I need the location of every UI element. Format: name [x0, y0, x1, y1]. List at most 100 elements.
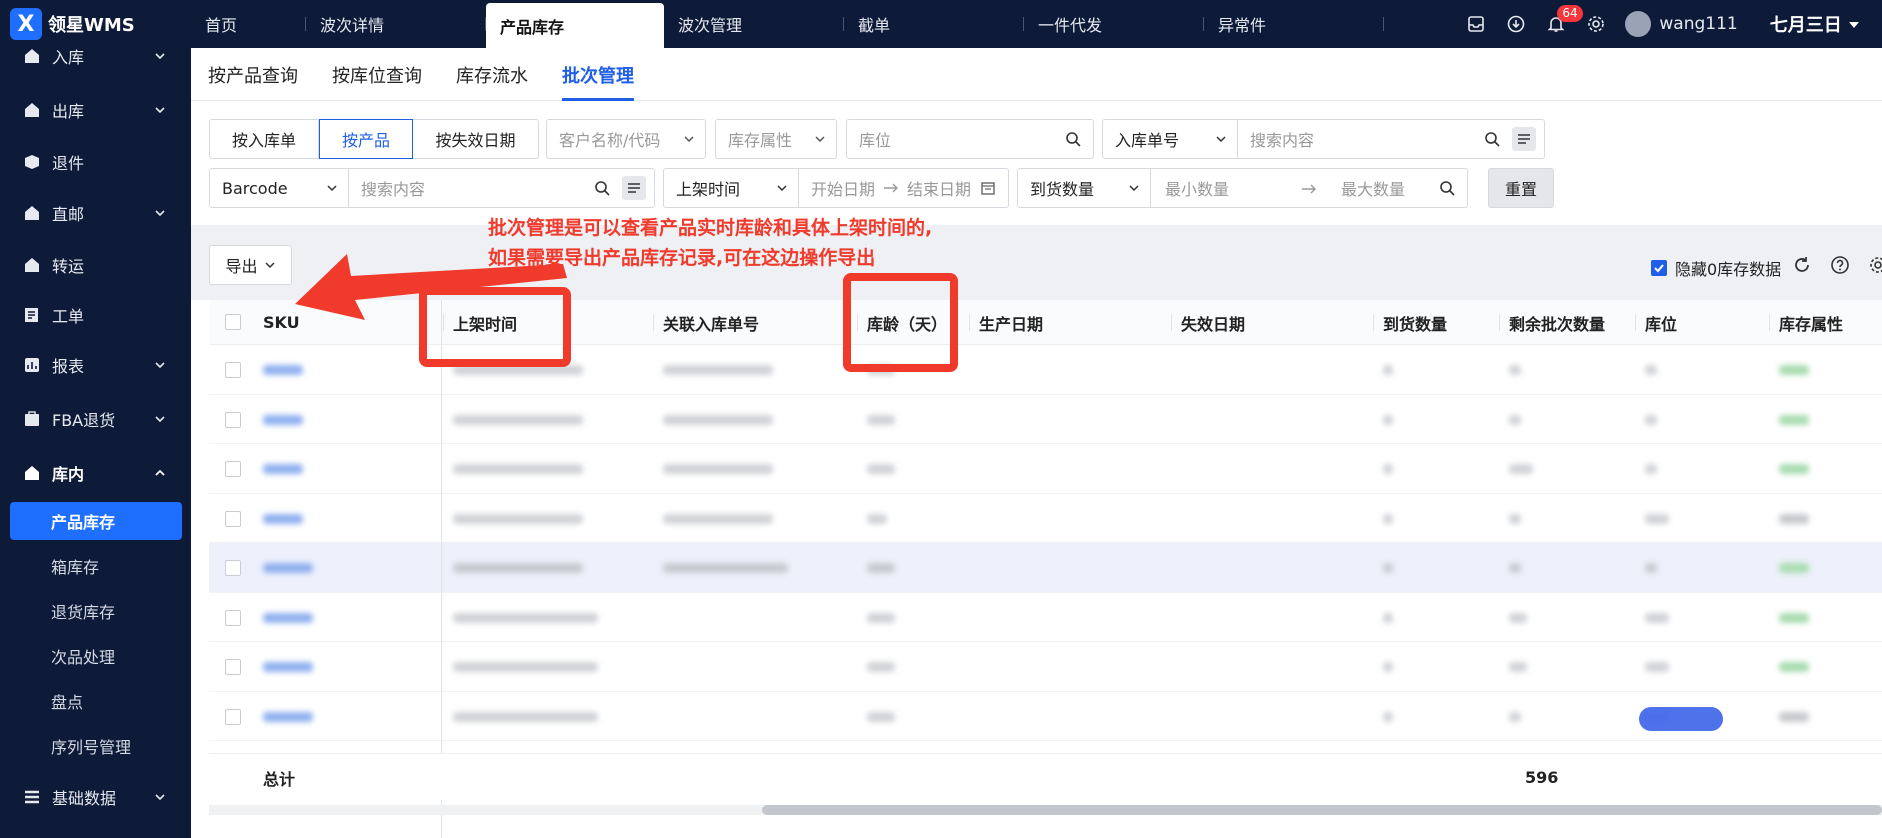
blurred-cell: [263, 612, 313, 623]
inbox-icon[interactable]: [1465, 13, 1487, 35]
user-menu[interactable]: wang111: [1625, 11, 1738, 37]
tab-inventory-flow[interactable]: 库存流水: [439, 48, 545, 101]
inbound-field-select[interactable]: 入库单号: [1102, 119, 1238, 159]
row-checkbox[interactable]: [225, 609, 241, 626]
sidebar-sub-defective[interactable]: 次品处理: [10, 637, 182, 675]
mode-by-product-button[interactable]: 按产品: [319, 119, 413, 159]
column-header-remaining-qty[interactable]: 剩余批次数量: [1499, 300, 1605, 345]
column-header-location[interactable]: 库位: [1635, 300, 1677, 345]
checkbox-checked-icon: [1651, 260, 1667, 276]
nav-tab-home[interactable]: 首页: [191, 0, 306, 48]
row-checkbox[interactable]: [225, 659, 241, 675]
nav-tab-wave-management[interactable]: 波次管理: [664, 0, 844, 48]
sidebar-item-reports[interactable]: 报表: [0, 345, 191, 385]
blurred-cell: [867, 711, 895, 722]
location-input[interactable]: 库位: [846, 119, 1094, 159]
column-header-inbound-no[interactable]: 关联入库单号: [653, 300, 759, 345]
export-button[interactable]: 导出: [209, 245, 292, 285]
sidebar-item-returns[interactable]: 退件: [0, 142, 191, 182]
sidebar-sub-stocktake[interactable]: 盘点: [10, 682, 182, 720]
nav-tabs: 首页 波次详情 产品库存 波次管理 截单 一件代发 异常件: [191, 0, 1384, 48]
sub-tabs: 按产品查询 按库位查询 库存流水 批次管理: [191, 48, 1882, 101]
batch-table: SKU 上架时间 关联入库单号 库龄（天） 生产日期 失效日期 到货数量 剩余批…: [209, 300, 1882, 838]
row-checkbox[interactable]: [225, 461, 241, 477]
table-row[interactable]: [209, 395, 1882, 444]
table-row[interactable]: [209, 642, 1882, 692]
blurred-cell: [663, 414, 773, 425]
table-row[interactable]: [209, 543, 1882, 593]
sidebar-sub-return-inventory[interactable]: 退货库存: [10, 592, 182, 630]
row-checkbox[interactable]: [225, 362, 241, 378]
inbound-search-input[interactable]: 搜索内容: [1237, 119, 1545, 159]
row-checkbox[interactable]: [225, 560, 241, 576]
nav-tab-exceptions[interactable]: 异常件: [1204, 0, 1384, 48]
table-row[interactable]: [209, 444, 1882, 494]
blurred-cell: [663, 563, 788, 573]
bell-icon[interactable]: 64: [1545, 5, 1583, 35]
tab-by-location[interactable]: 按库位查询: [315, 48, 439, 101]
blurred-cell: [453, 414, 583, 425]
hide-zero-checkbox[interactable]: 隐藏0库存数据: [1651, 256, 1781, 280]
row-checkbox[interactable]: [225, 708, 241, 725]
horizontal-scrollbar[interactable]: [209, 805, 1882, 815]
date-range-picker[interactable]: 开始日期 结束日期: [798, 168, 1009, 208]
sidebar-item-in-warehouse[interactable]: 库内: [0, 453, 191, 493]
download-icon[interactable]: [1505, 13, 1527, 35]
barcode-field-select[interactable]: Barcode: [209, 168, 349, 208]
table-row[interactable]: [209, 494, 1882, 543]
settings-icon[interactable]: [1868, 255, 1882, 275]
sidebar-item-inbound[interactable]: 入库: [0, 36, 191, 76]
blurred-cell: [1645, 414, 1657, 425]
sidebar-item-fba-returns[interactable]: FBA退货: [0, 399, 191, 439]
stock-attribute-select[interactable]: 库存属性: [715, 119, 837, 159]
caret-down-icon: [1849, 22, 1859, 28]
quantity-range-input[interactable]: 最小数量 最大数量: [1150, 168, 1468, 208]
refresh-icon[interactable]: [1792, 255, 1812, 275]
nav-tab-dropship[interactable]: 一件代发: [1024, 0, 1204, 48]
column-header-arrival-qty[interactable]: 到货数量: [1373, 300, 1447, 345]
mode-by-expiry-button[interactable]: 按失效日期: [413, 119, 539, 159]
sidebar-sub-serial-numbers[interactable]: 序列号管理: [10, 727, 182, 765]
blurred-cell: [867, 662, 895, 672]
date-dropdown[interactable]: 七月三日: [1770, 11, 1860, 37]
chevron-down-icon: [777, 185, 787, 192]
blurred-cell: [1779, 414, 1809, 425]
row-checkbox[interactable]: [225, 510, 241, 527]
tab-by-product[interactable]: 按产品查询: [191, 48, 315, 101]
scrollbar-thumb[interactable]: [762, 805, 1882, 815]
sidebar-sub-product-inventory[interactable]: 产品库存: [10, 502, 182, 540]
sidebar-item-work-order[interactable]: 工单: [0, 295, 191, 335]
tab-batch-management[interactable]: 批次管理: [545, 48, 651, 101]
customer-select[interactable]: 客户名称/代码: [546, 119, 706, 159]
blurred-cell: [663, 365, 773, 375]
total-remaining-value: 596: [1525, 768, 1559, 787]
column-header-production-date[interactable]: 生产日期: [969, 300, 1043, 345]
time-field-select[interactable]: 上架时间: [663, 168, 799, 208]
table-row[interactable]: [209, 692, 1882, 741]
floating-action-button[interactable]: [1639, 707, 1723, 731]
select-all-checkbox[interactable]: [225, 314, 241, 330]
sidebar-item-outbound[interactable]: 出库: [0, 90, 191, 130]
barcode-search-input[interactable]: 搜索内容: [348, 168, 655, 208]
sidebar-item-transfer[interactable]: 转运: [0, 245, 191, 285]
batch-input-button[interactable]: [622, 176, 646, 200]
sidebar-item-direct-mail[interactable]: 直邮: [0, 193, 191, 233]
help-icon[interactable]: [1830, 255, 1850, 275]
nav-tab-product-inventory[interactable]: 产品库存: [486, 3, 664, 48]
sidebar-sub-box-inventory[interactable]: 箱库存: [10, 547, 182, 585]
table-row[interactable]: [209, 593, 1882, 642]
blurred-cell: [1383, 711, 1393, 722]
reset-button[interactable]: 重置: [1488, 168, 1554, 208]
quantity-field-select[interactable]: 到货数量: [1017, 168, 1151, 208]
gear-icon[interactable]: [1585, 13, 1607, 35]
column-header-expiry-date[interactable]: 失效日期: [1171, 300, 1245, 345]
batch-input-button[interactable]: [1512, 127, 1536, 151]
blurred-cell: [1779, 662, 1809, 672]
mode-by-inbound-button[interactable]: 按入库单: [209, 119, 319, 159]
sidebar-item-base-data[interactable]: 基础数据: [0, 777, 191, 817]
row-checkbox[interactable]: [225, 411, 241, 428]
nav-tab-wave-detail[interactable]: 波次详情: [306, 0, 486, 48]
nav-tab-cutoff[interactable]: 截单: [844, 0, 1024, 48]
blurred-cell: [1383, 464, 1393, 474]
column-header-stock-attribute[interactable]: 库存属性: [1769, 300, 1843, 345]
